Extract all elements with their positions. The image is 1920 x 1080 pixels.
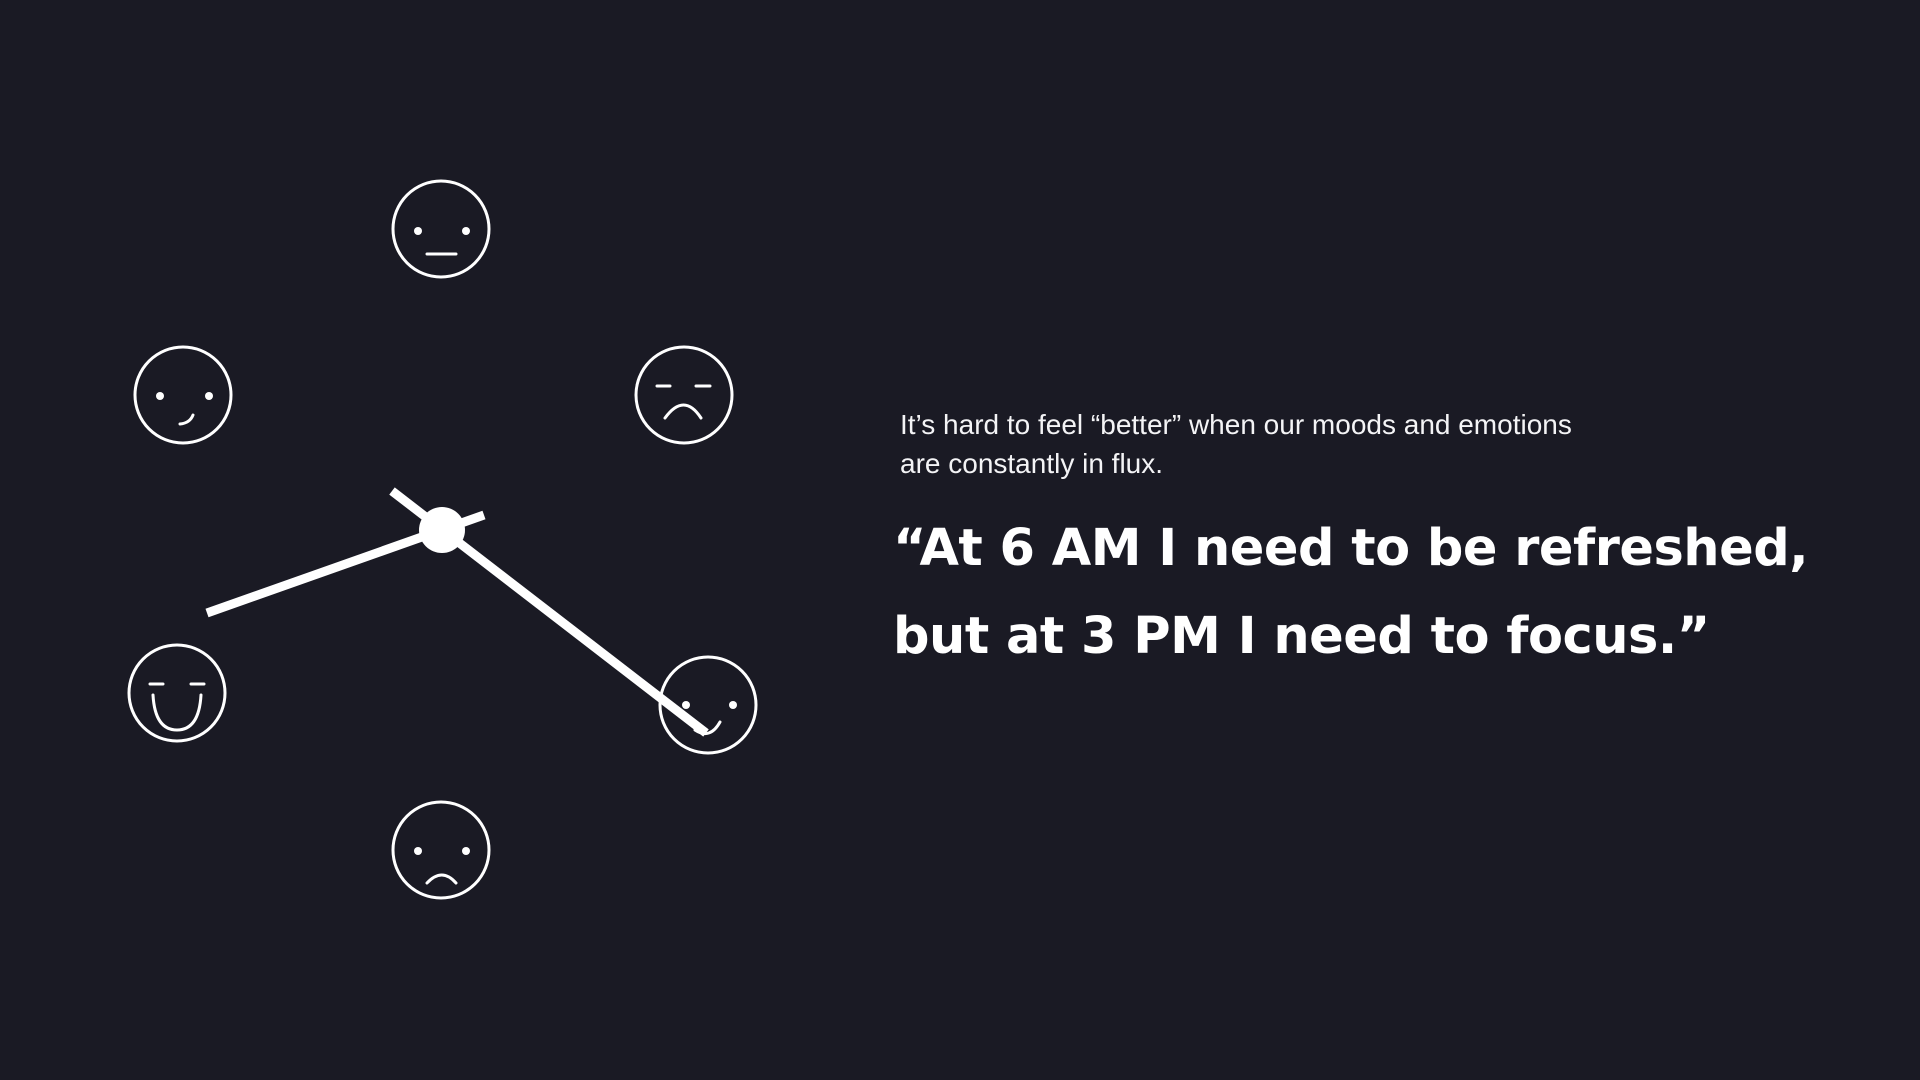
quote-line-2: but at 3 PM I need to focus.” [893, 607, 1710, 666]
quote-line-1: “At 6 AM I need to be refreshed, [893, 519, 1809, 578]
quote-text: “At 6 AM I need to be refreshed, but at … [893, 505, 1853, 681]
sad-closed-eyes-face-icon [634, 345, 734, 445]
intro-text: It’s hard to feel “better” when our mood… [900, 405, 1680, 483]
happy-closed-eyes-face-icon [127, 643, 227, 743]
clock-hub [419, 507, 465, 553]
intro-line-2: are constantly in flux. [900, 448, 1164, 479]
slide: It’s hard to feel “better” when our mood… [0, 0, 1920, 1080]
neutral-face-icon [391, 179, 491, 279]
intro-line-1: It’s hard to feel “better” when our mood… [900, 409, 1572, 440]
frown-face-icon [391, 800, 491, 900]
slight-smile-face-icon [133, 345, 233, 445]
mood-clock-illustration [127, 179, 758, 900]
text-block: It’s hard to feel “better” when our mood… [893, 405, 1853, 681]
